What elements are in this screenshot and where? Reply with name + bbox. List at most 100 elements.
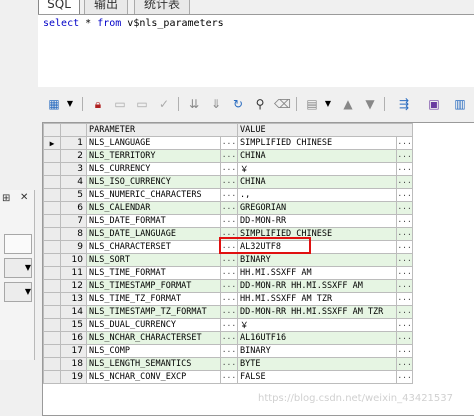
table-row[interactable]: 7 NLS_DATE_FORMAT ··· DD-MON-RR ··· (43, 214, 413, 228)
cell-ellipsis-button[interactable]: ··· (219, 370, 239, 384)
cell-ellipsis-button[interactable]: ··· (396, 253, 413, 267)
cell-value[interactable]: CHINA (236, 149, 398, 163)
cell-ellipsis-button[interactable]: ··· (219, 201, 239, 215)
refresh-icon[interactable]: ↻ (230, 96, 246, 112)
table-row[interactable]: 6 NLS_CALENDAR ··· GREGORIAN ··· (43, 201, 413, 215)
cell-parameter[interactable]: NLS_TERRITORY (86, 149, 221, 163)
table-row[interactable]: 12 NLS_TIMESTAMP_FORMAT ··· DD-MON-RR HH.MI… (43, 279, 413, 293)
cell-ellipsis-button[interactable]: ··· (219, 136, 239, 150)
post-changes-icon[interactable]: ✓ (156, 96, 172, 112)
table-row[interactable]: 2 NLS_TERRITORY ··· CHINA ··· (43, 149, 413, 163)
cell-ellipsis-button[interactable]: ··· (219, 357, 239, 371)
cell-value[interactable]: ., (236, 188, 398, 202)
cell-ellipsis-button[interactable]: ··· (396, 149, 413, 163)
cell-value[interactable]: ￥ (236, 318, 398, 332)
table-row[interactable]: 10 NLS_SORT ··· BINARY ··· (43, 253, 413, 267)
cell-ellipsis-button[interactable]: ··· (396, 279, 413, 293)
table-row[interactable]: 19 NLS_NCHAR_CONV_EXCP ··· FALSE ··· (43, 370, 413, 384)
clear-icon[interactable]: ⌫ (274, 96, 291, 112)
table-row[interactable]: 14 NLS_TIMESTAMP_TZ_FORMAT ··· DD-MON-RR HH… (43, 305, 413, 319)
cell-ellipsis-button[interactable]: ··· (219, 344, 239, 358)
cell-value[interactable]: BINARY (236, 344, 398, 358)
cell-value[interactable]: DD-MON-RR (236, 214, 398, 228)
next-record-icon[interactable]: ⇓ (208, 96, 224, 112)
pin-icon[interactable]: ⊞ (2, 193, 10, 204)
cell-value[interactable]: ￥ (236, 162, 398, 176)
cell-ellipsis-button[interactable]: ··· (396, 370, 413, 384)
side-dropdown-1[interactable]: ▼ (4, 258, 32, 278)
dropdown-arrow-icon[interactable]: ▼ (62, 96, 78, 112)
delete-row-icon[interactable]: ▭ (134, 96, 150, 112)
cell-ellipsis-button[interactable]: ··· (396, 162, 413, 176)
cell-ellipsis-button[interactable]: ··· (219, 149, 239, 163)
cell-parameter[interactable]: NLS_CURRENCY (86, 162, 221, 176)
sql-editor[interactable]: select * from v$nls_parameters (38, 14, 474, 87)
first-record-icon[interactable]: ⇊ (186, 96, 202, 112)
cell-parameter[interactable]: NLS_CHARACTERSET (86, 240, 221, 254)
cell-ellipsis-button[interactable]: ··· (219, 188, 239, 202)
cell-value[interactable]: BINARY (236, 253, 398, 267)
cell-ellipsis-button[interactable]: ··· (396, 266, 413, 280)
cell-value[interactable]: CHINA (236, 175, 398, 189)
cell-value[interactable]: HH.MI.SSXFF AM (236, 266, 398, 280)
sort-icon[interactable]: ▼ (362, 96, 378, 112)
cell-parameter[interactable]: NLS_TIME_FORMAT (86, 266, 221, 280)
cell-parameter[interactable]: NLS_NUMERIC_CHARACTERS (86, 188, 221, 202)
tab-sql[interactable]: SQL (38, 0, 80, 15)
cell-ellipsis-button[interactable]: ··· (219, 331, 239, 345)
cell-value[interactable]: SIMPLIFIED CHINESE (236, 136, 398, 150)
close-icon[interactable]: ✕ (20, 192, 28, 203)
cell-value[interactable]: FALSE (236, 370, 398, 384)
sort-icon[interactable]: ▲ (340, 96, 356, 112)
cell-parameter[interactable]: NLS_DATE_FORMAT (86, 214, 221, 228)
table-row[interactable]: ▶ 1 NLS_LANGUAGE ··· SIMPLIFIED CHINESE ··· (43, 136, 413, 150)
side-dropdown-2[interactable]: ▼ (4, 282, 32, 302)
tab-statistics[interactable]: 统计表 (134, 0, 190, 15)
cell-ellipsis-button[interactable]: ··· (396, 201, 413, 215)
cell-ellipsis-button[interactable]: ··· (396, 214, 413, 228)
table-row[interactable]: 13 NLS_TIME_TZ_FORMAT ··· HH.MI.SSXFF AM TZ… (43, 292, 413, 306)
cell-ellipsis-button[interactable]: ··· (219, 162, 239, 176)
dropdown-arrow-icon[interactable]: ▼ (320, 96, 336, 112)
cell-ellipsis-button[interactable]: ··· (219, 279, 239, 293)
grid-menu-icon[interactable]: ▦ (46, 96, 62, 112)
cell-ellipsis-button[interactable]: ··· (219, 175, 239, 189)
cell-ellipsis-button[interactable]: ··· (219, 266, 239, 280)
cell-ellipsis-button[interactable]: ··· (219, 253, 239, 267)
cell-parameter[interactable]: NLS_NCHAR_CHARACTERSET (86, 331, 221, 345)
cell-parameter[interactable]: NLS_CALENDAR (86, 201, 221, 215)
cell-ellipsis-button[interactable]: ··· (396, 227, 413, 241)
table-row[interactable]: 16 NLS_NCHAR_CHARACTERSET ··· AL16UTF16 ··· (43, 331, 413, 345)
table-row[interactable]: 3 NLS_CURRENCY ··· ￥ ··· (43, 162, 413, 176)
find-icon[interactable]: ⚲ (252, 96, 268, 112)
cell-parameter[interactable]: NLS_TIME_TZ_FORMAT (86, 292, 221, 306)
table-row[interactable]: 17 NLS_COMP ··· BINARY ··· (43, 344, 413, 358)
cell-parameter[interactable]: NLS_NCHAR_CONV_EXCP (86, 370, 221, 384)
filter-icon[interactable]: ▤ (304, 96, 320, 112)
cell-ellipsis-button[interactable]: ··· (219, 305, 239, 319)
export-icon[interactable]: ⇶ (396, 96, 412, 112)
cell-ellipsis-button[interactable]: ··· (396, 344, 413, 358)
cell-parameter[interactable]: NLS_TIMESTAMP_FORMAT (86, 279, 221, 293)
cell-parameter[interactable]: NLS_LANGUAGE (86, 136, 221, 150)
cell-ellipsis-button[interactable]: ··· (219, 292, 239, 306)
tab-output[interactable]: 输出 (84, 0, 128, 15)
cell-value[interactable]: GREGORIAN (236, 201, 398, 215)
cell-ellipsis-button[interactable]: ··· (396, 136, 413, 150)
table-row[interactable]: 18 NLS_LENGTH_SEMANTICS ··· BYTE ··· (43, 357, 413, 371)
insert-row-icon[interactable]: ▭ (112, 96, 128, 112)
save-icon[interactable]: ▣ (426, 96, 442, 112)
cell-ellipsis-button[interactable]: ··· (396, 188, 413, 202)
lock-icon[interactable]: 🔒︎ (90, 96, 106, 112)
cell-ellipsis-button[interactable]: ··· (396, 175, 413, 189)
cell-ellipsis-button[interactable]: ··· (396, 240, 413, 254)
cell-value[interactable]: AL16UTF16 (236, 331, 398, 345)
table-row[interactable]: 5 NLS_NUMERIC_CHARACTERS ···., ··· (43, 188, 413, 202)
cell-parameter[interactable]: NLS_DATE_LANGUAGE (86, 227, 221, 241)
cell-parameter[interactable]: NLS_DUAL_CURRENCY (86, 318, 221, 332)
cell-value[interactable]: DD-MON-RR HH.MI.SSXFF AM TZR (236, 305, 398, 319)
cell-parameter[interactable]: NLS_ISO_CURRENCY (86, 175, 221, 189)
table-row[interactable]: 11 NLS_TIME_FORMAT ··· HH.MI.SSXFF AM ··· (43, 266, 413, 280)
cell-parameter[interactable]: NLS_TIMESTAMP_TZ_FORMAT (86, 305, 221, 319)
cell-ellipsis-button[interactable]: ··· (396, 318, 413, 332)
